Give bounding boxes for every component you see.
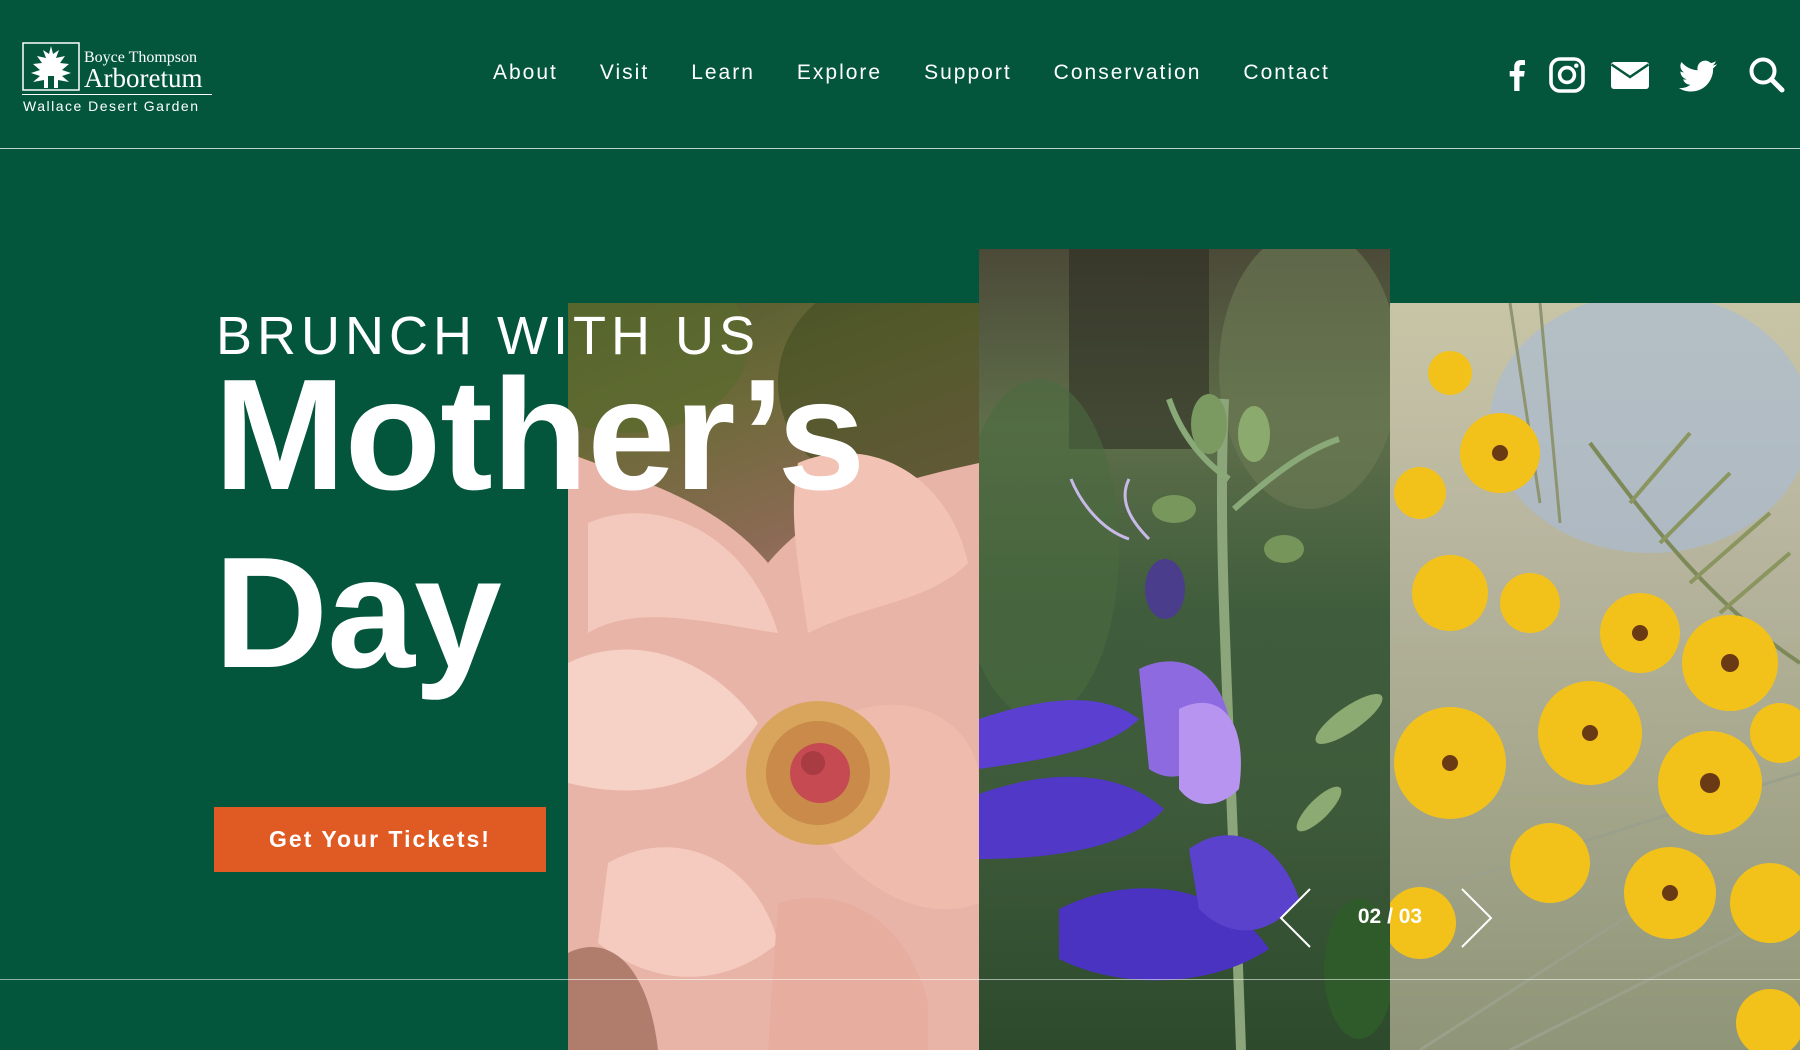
nav-explore[interactable]: Explore (797, 58, 882, 88)
nav-learn[interactable]: Learn (691, 58, 755, 88)
hero-divider (0, 979, 1800, 980)
slider-counter: 02 / 03 (1357, 905, 1423, 928)
main-nav: About Visit Learn Explore Support Conser… (493, 58, 1330, 88)
site-logo[interactable]: Boyce Thompson Arboretum Wallace Desert … (22, 42, 214, 114)
hero-image-senna (1390, 303, 1800, 1050)
arboretum-logo-icon (22, 42, 80, 91)
hero-title-line1: Mother’s (214, 347, 865, 523)
site-header: Boyce Thompson Arboretum Wallace Desert … (0, 0, 1800, 149)
logo-divider (22, 94, 212, 95)
chevron-left-icon (1279, 888, 1311, 948)
facebook-icon[interactable] (1497, 55, 1537, 95)
instagram-icon[interactable] (1547, 55, 1587, 95)
hero-image-salvia (979, 249, 1390, 1050)
chevron-right-icon (1461, 888, 1493, 948)
mail-icon[interactable] (1609, 55, 1650, 95)
slider-next-button[interactable] (1460, 887, 1494, 949)
get-tickets-button[interactable]: Get Your Tickets! (214, 807, 546, 872)
logo-text-arboretum: Arboretum (84, 63, 203, 93)
nav-visit[interactable]: Visit (600, 58, 649, 88)
nav-about[interactable]: About (493, 58, 558, 88)
twitter-icon[interactable] (1677, 55, 1717, 95)
slider-prev-button[interactable] (1278, 887, 1312, 949)
logo-text-wallace-desert-garden: Wallace Desert Garden (23, 98, 200, 114)
nav-contact[interactable]: Contact (1243, 58, 1329, 88)
hero-title-line2: Day (214, 525, 502, 701)
nav-support[interactable]: Support (924, 58, 1012, 88)
nav-conservation[interactable]: Conservation (1054, 58, 1202, 88)
search-icon[interactable] (1747, 55, 1787, 95)
